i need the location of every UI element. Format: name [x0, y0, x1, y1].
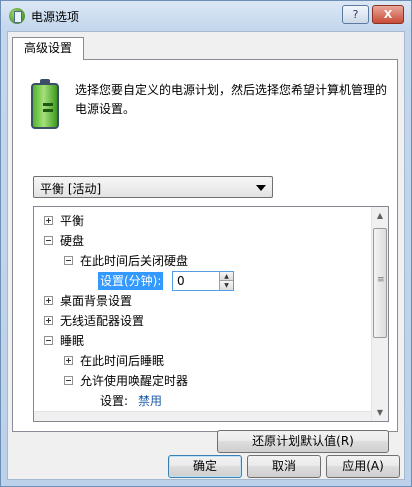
title-bar[interactable]: 电源选项 ? X: [1, 1, 411, 31]
tree-item-balanced[interactable]: 平衡: [34, 211, 370, 231]
setting-label-minutes: 设置(分钟):: [98, 272, 164, 290]
scroll-thumb[interactable]: [373, 228, 387, 338]
window-title: 电源选项: [31, 10, 80, 24]
tree-item-desktop-background[interactable]: 桌面背景设置: [34, 291, 370, 311]
tree-item-label: 桌面背景设置: [60, 294, 133, 308]
help-button[interactable]: ?: [342, 5, 369, 24]
scroll-down-icon[interactable]: ▼: [372, 404, 388, 421]
setting-label-plain: 设置:: [100, 394, 129, 408]
tree-item-sleep-after[interactable]: 在此时间后睡眠: [34, 351, 370, 371]
dialog-client-area: 高级设置 选择您要自定义的电源计划，然后选择您希望计算机管理的电源设置。 平衡 …: [7, 31, 405, 480]
horizontal-scrollbar[interactable]: [34, 411, 371, 421]
restore-defaults-button[interactable]: 还原计划默认值(R): [217, 430, 389, 453]
settings-tree[interactable]: 平衡 硬盘 在此时间后关闭硬盘 设置(分钟): 0 ▲ ▼ 桌面背景设置 无线适…: [33, 206, 389, 422]
tree-item-wireless-adapter[interactable]: 无线适配器设置: [34, 311, 370, 331]
vertical-scrollbar[interactable]: ▲ ▼: [371, 207, 388, 421]
power-plan-select[interactable]: 平衡 [活动]: [33, 176, 273, 198]
scroll-up-icon[interactable]: ▲: [372, 207, 388, 224]
collapse-minus-icon[interactable]: [44, 236, 53, 245]
tree-item-wake-timers[interactable]: 允许使用唤醒定时器: [34, 371, 370, 391]
close-button[interactable]: X: [372, 5, 404, 24]
minutes-value[interactable]: 0: [177, 273, 185, 289]
tree-item-label: 允许使用唤醒定时器: [80, 374, 189, 388]
tree-item-turn-off-disk-after[interactable]: 在此时间后关闭硬盘: [34, 251, 370, 271]
expand-plus-icon[interactable]: [64, 356, 73, 365]
chevron-down-icon[interactable]: [256, 185, 266, 191]
battery-icon: [31, 79, 59, 129]
wake-timers-value-link[interactable]: 禁用: [138, 391, 162, 411]
setting-row-disk-minutes[interactable]: 设置(分钟): 0 ▲ ▼: [34, 271, 370, 291]
tree-item-label: 无线适配器设置: [60, 314, 145, 328]
intro-text: 选择您要自定义的电源计划，然后选择您希望计算机管理的电源设置。: [75, 83, 388, 116]
spin-up-icon[interactable]: ▲: [219, 272, 233, 281]
collapse-minus-icon[interactable]: [64, 256, 73, 265]
tree-item-hard-disk[interactable]: 硬盘: [34, 231, 370, 251]
spin-down-icon[interactable]: ▼: [219, 281, 233, 290]
tree-item-sleep[interactable]: 睡眠: [34, 331, 370, 351]
power-plan-value: 平衡 [活动]: [40, 182, 102, 196]
minutes-spinbox[interactable]: 0 ▲ ▼: [172, 271, 234, 291]
ok-button[interactable]: 确定: [168, 455, 242, 478]
cancel-button[interactable]: 取消: [247, 455, 321, 478]
advanced-settings-panel: 选择您要自定义的电源计划，然后选择您希望计算机管理的电源设置。 平衡 [活动] …: [12, 59, 398, 453]
tree-item-label: 在此时间后睡眠: [80, 354, 165, 368]
tree-item-label: 平衡: [60, 214, 85, 228]
tree-item-label: 在此时间后关闭硬盘: [80, 254, 189, 268]
expand-plus-icon[interactable]: [44, 296, 53, 305]
expand-plus-icon[interactable]: [44, 316, 53, 325]
power-options-icon: [9, 8, 25, 24]
tree-item-label: 硬盘: [60, 234, 85, 248]
tree-item-label: 睡眠: [60, 334, 85, 348]
expand-plus-icon[interactable]: [44, 216, 53, 225]
tab-advanced-settings[interactable]: 高级设置: [12, 37, 84, 60]
collapse-minus-icon[interactable]: [44, 336, 53, 345]
collapse-minus-icon[interactable]: [64, 376, 73, 385]
power-options-window: 电源选项 ? X 高级设置 选择您要自定义的电源计划，然后选择您希望计算机管理的…: [0, 0, 412, 487]
setting-row-wake-timers[interactable]: 设置: 禁用: [34, 391, 370, 411]
apply-button[interactable]: 应用(A): [326, 455, 400, 478]
